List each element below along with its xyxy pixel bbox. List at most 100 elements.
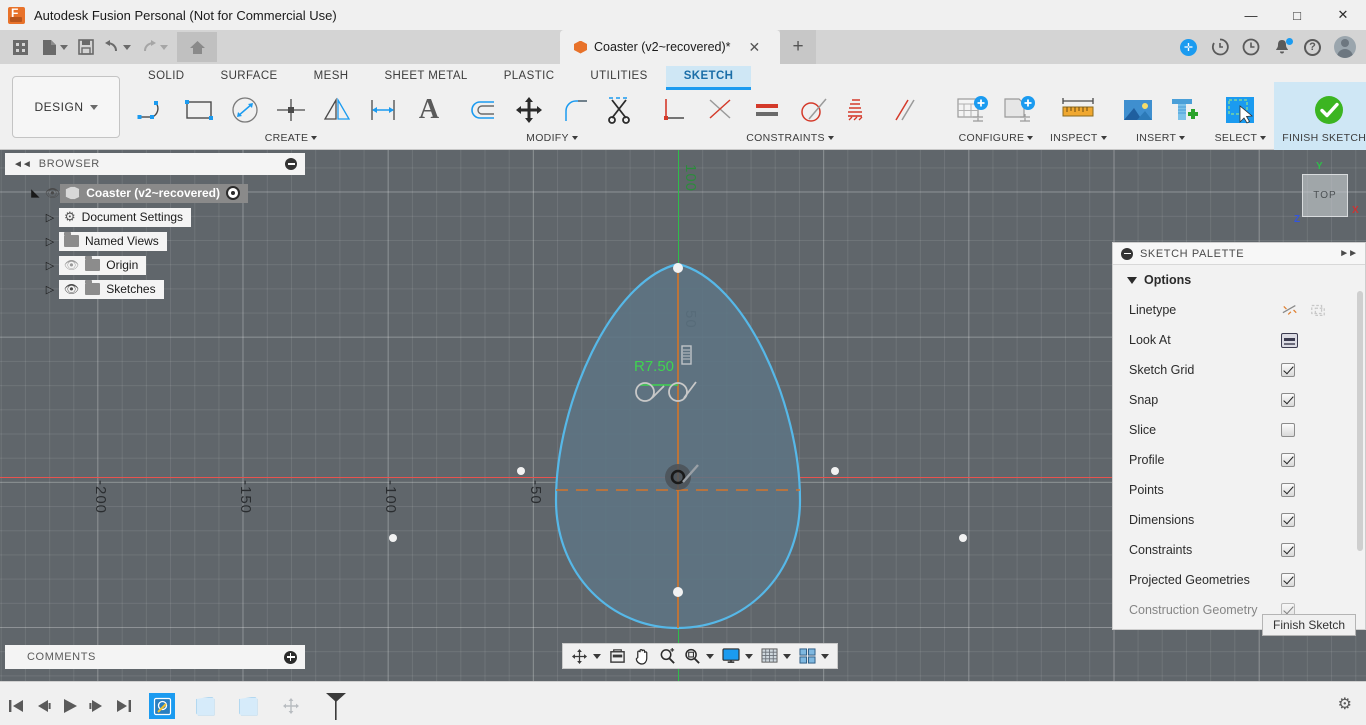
- checkbox-constraints[interactable]: [1281, 543, 1295, 557]
- browser-node-origin[interactable]: 👁 Origin: [59, 255, 147, 275]
- timeline-settings-gear-icon[interactable]: ⚙: [1338, 694, 1352, 714]
- new-file-button[interactable]: [37, 32, 73, 62]
- browser-node-document-settings[interactable]: ⚙ Document Settings: [59, 207, 192, 227]
- expand-arrow-icon[interactable]: ▷: [41, 235, 59, 248]
- browser-node-coaster[interactable]: Coaster (v2~recovered): [60, 183, 248, 203]
- timeline-feature-sketch[interactable]: [149, 693, 175, 719]
- palette-collapse-button[interactable]: [1121, 247, 1133, 260]
- timeline-feature-3[interactable]: [235, 693, 261, 719]
- palette-section-options[interactable]: Options: [1113, 265, 1365, 295]
- mirror-tool-button[interactable]: [314, 88, 360, 132]
- checkbox-sketch-grid[interactable]: [1281, 363, 1295, 377]
- checkbox-profile[interactable]: [1281, 453, 1295, 467]
- visibility-eye-icon[interactable]: 👁: [45, 186, 60, 200]
- browser-node-named-views[interactable]: Named Views: [59, 231, 167, 251]
- point-tool-button[interactable]: [268, 88, 314, 132]
- recent-documents-button[interactable]: [1241, 38, 1260, 57]
- timeline-step-back[interactable]: [35, 699, 51, 713]
- expand-arrow-icon[interactable]: ▷: [41, 259, 59, 272]
- linetype-construction-icon[interactable]: [1309, 302, 1327, 318]
- timeline-feature-2[interactable]: [192, 693, 218, 719]
- fit-tool-button[interactable]: [681, 645, 717, 667]
- insert-mcmaster-button[interactable]: [1161, 88, 1207, 132]
- checkbox-dimensions[interactable]: [1281, 513, 1295, 527]
- timeline-play[interactable]: [62, 698, 78, 714]
- tangent-constraint-button[interactable]: [790, 88, 836, 132]
- add-comment-button[interactable]: [284, 650, 297, 664]
- document-tab-close-icon[interactable]: ✕: [749, 39, 761, 56]
- minimize-button[interactable]: —: [1228, 0, 1274, 30]
- circle-tool-button[interactable]: [222, 88, 268, 132]
- workspace-selector[interactable]: DESIGN: [12, 76, 120, 138]
- browser-row-coaster[interactable]: ◢ 👁 Coaster (v2~recovered): [5, 181, 305, 205]
- zoom-tool-button[interactable]: [656, 645, 679, 667]
- timeline-go-to-end[interactable]: [116, 699, 132, 713]
- expand-arrow-icon[interactable]: ◢: [30, 184, 43, 202]
- finish-sketch-tool-button[interactable]: [1306, 88, 1352, 132]
- expand-arrow-icon[interactable]: ▷: [41, 211, 59, 224]
- offset-modify-button[interactable]: [460, 88, 506, 132]
- ribbon-group-finish-sketch[interactable]: FINISH SKETCH: [1274, 82, 1366, 154]
- line-tool-button[interactable]: [130, 88, 176, 132]
- extensions-button[interactable]: ✛: [1179, 38, 1198, 57]
- browser-node-sketches[interactable]: 👁 Sketches: [59, 279, 164, 299]
- fillet-button[interactable]: [552, 88, 598, 132]
- checkbox-projected-geometries[interactable]: [1281, 573, 1295, 587]
- browser-row-document-settings[interactable]: ▷ ⚙ Document Settings: [5, 205, 305, 229]
- browser-collapse-button[interactable]: [285, 158, 297, 170]
- notifications-button[interactable]: [1272, 37, 1293, 57]
- redo-button[interactable]: [136, 32, 173, 62]
- insert-canvas-button[interactable]: [1115, 88, 1161, 132]
- rectangle-tool-button[interactable]: [176, 88, 222, 132]
- timeline-step-forward[interactable]: [89, 699, 105, 713]
- timeline-feature-move[interactable]: [278, 693, 304, 719]
- new-document-tab-button[interactable]: +: [780, 30, 816, 64]
- look-at-icon[interactable]: [1281, 332, 1298, 348]
- viewports-button[interactable]: [796, 645, 832, 667]
- measure-button[interactable]: [1055, 88, 1101, 132]
- browser-row-sketches[interactable]: ▷ 👁 Sketches: [5, 277, 305, 301]
- help-button[interactable]: ?: [1303, 38, 1322, 57]
- equal-constraint-button[interactable]: [882, 88, 928, 132]
- grid-snaps-button[interactable]: [758, 645, 794, 667]
- display-settings-button[interactable]: [719, 645, 756, 667]
- visibility-eye-off-icon[interactable]: 👁: [64, 258, 79, 272]
- configure-part-button[interactable]: [996, 88, 1042, 132]
- fix-constraint-button[interactable]: [836, 88, 882, 132]
- timeline-go-to-beginning[interactable]: [8, 699, 24, 713]
- orbit-tool-button[interactable]: [568, 645, 604, 667]
- select-tool-button[interactable]: [1217, 88, 1263, 132]
- checkbox-snap[interactable]: [1281, 393, 1295, 407]
- user-avatar[interactable]: [1334, 36, 1356, 58]
- activate-component-icon[interactable]: [225, 186, 240, 200]
- checkbox-points[interactable]: [1281, 483, 1295, 497]
- expand-arrow-icon[interactable]: ▷: [41, 283, 59, 296]
- perpendicular-constraint-button[interactable]: [652, 88, 698, 132]
- collapse-left-icon[interactable]: ◄◄: [13, 159, 32, 170]
- trim-button[interactable]: [598, 88, 644, 132]
- offset-tool-button[interactable]: [360, 88, 406, 132]
- close-button[interactable]: ✕: [1320, 0, 1366, 30]
- palette-dock-right-icon[interactable]: ►►: [1339, 248, 1358, 259]
- job-status-button[interactable]: [1210, 38, 1229, 57]
- undo-button[interactable]: [99, 32, 136, 62]
- checkbox-slice[interactable]: [1281, 423, 1295, 437]
- browser-row-named-views[interactable]: ▷ Named Views: [5, 229, 305, 253]
- linetype-normal-icon[interactable]: [1281, 302, 1299, 318]
- configure-table-button[interactable]: [950, 88, 996, 132]
- visibility-eye-icon[interactable]: 👁: [64, 282, 79, 296]
- palette-scrollbar[interactable]: [1357, 291, 1363, 551]
- look-at-button[interactable]: [606, 645, 629, 667]
- text-tool-button[interactable]: A: [406, 88, 452, 132]
- view-cube[interactable]: TOP Y X Z: [1294, 161, 1359, 225]
- parallel-constraint-button[interactable]: [744, 88, 790, 132]
- pan-tool-button[interactable]: [631, 645, 654, 667]
- browser-row-origin[interactable]: ▷ 👁 Origin: [5, 253, 305, 277]
- finish-sketch-button[interactable]: Finish Sketch: [1262, 614, 1356, 636]
- document-tab-coaster[interactable]: Coaster (v2~recovered)* ✕: [560, 30, 780, 64]
- save-button[interactable]: [73, 32, 99, 62]
- dimension-label-r750[interactable]: R7.50: [634, 358, 674, 375]
- timeline-marker[interactable]: [323, 691, 349, 721]
- coincident-constraint-button[interactable]: [698, 88, 744, 132]
- move-copy-button[interactable]: [506, 88, 552, 132]
